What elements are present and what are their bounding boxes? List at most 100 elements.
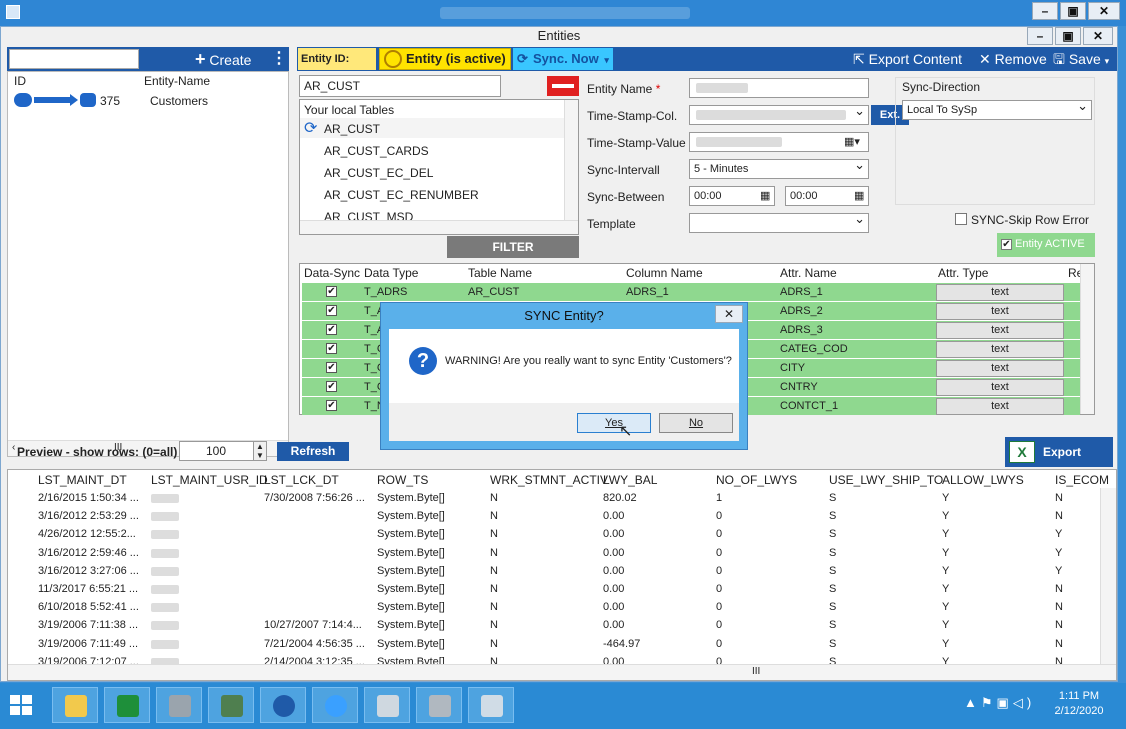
inner-restore-button[interactable]: ▣ xyxy=(1055,27,1081,45)
attr-type-cell[interactable]: text xyxy=(936,379,1064,396)
system-tray[interactable]: ▲⚑▣◁) xyxy=(964,695,1035,711)
app-taskbar-button-2[interactable] xyxy=(468,687,514,723)
data-sync-checkbox[interactable]: ✔ xyxy=(326,343,337,354)
table-row[interactable]: 6/10/2018 5:52:41 ... System.Byte[] N 0.00 0… xyxy=(8,599,1100,617)
start-button[interactable] xyxy=(6,691,38,721)
sync-between-from-input[interactable]: 00:00 ▦ xyxy=(689,186,775,206)
table-row[interactable]: 3/19/2006 7:11:49 ... 7/21/2004 4:56:35 .… xyxy=(8,636,1100,654)
scroll-thumb[interactable]: III xyxy=(752,666,760,677)
data-sync-checkbox[interactable]: ✔ xyxy=(326,381,337,392)
flag-icon[interactable]: ⚑ xyxy=(981,695,997,710)
network-status-icon[interactable]: ▣ xyxy=(997,695,1013,710)
table-row[interactable]: 11/3/2017 6:55:21 ... System.Byte[] N 0.00 0… xyxy=(8,581,1100,599)
data-sync-checkbox[interactable]: ✔ xyxy=(326,362,337,373)
data-sync-checkbox[interactable]: ✔ xyxy=(326,305,337,316)
preview-vertical-scrollbar[interactable] xyxy=(1100,488,1116,664)
skip-row-error-checkbox[interactable] xyxy=(955,213,967,225)
tools-taskbar-button[interactable] xyxy=(156,687,202,723)
table-name-input[interactable]: AR_CUST xyxy=(299,75,501,97)
file-explorer-taskbar-button[interactable] xyxy=(52,687,98,723)
table-cell: System.Byte[] xyxy=(377,564,445,577)
volume-icon[interactable]: ◁) xyxy=(1013,695,1035,710)
data-sync-checkbox[interactable]: ✔ xyxy=(326,286,337,297)
attr-type-cell[interactable]: text xyxy=(936,322,1064,339)
sync-interval-select[interactable]: 5 - Minutes xyxy=(689,157,869,179)
entity-list: ID Entity-Name 375 Customers ‹ III › xyxy=(7,71,289,457)
table-cell: 0.00 xyxy=(603,601,625,614)
dialog-close-button[interactable]: ✕ xyxy=(715,305,743,323)
attr-name-cell: CITY xyxy=(780,362,806,374)
table-row[interactable]: 4/26/2012 12:55:2... System.Byte[] N 0.00 0 S… xyxy=(8,526,1100,544)
taskbar-clock[interactable]: 1:11 PM 2/12/2020 xyxy=(1044,689,1114,719)
more-vertical-icon[interactable]: ⋮ xyxy=(271,49,287,69)
table-item[interactable]: AR_CUST_EC_DEL xyxy=(324,166,433,180)
table-row[interactable]: 3/16/2012 2:53:29 ... System.Byte[] N 0.00 0… xyxy=(8,508,1100,526)
table-cell: Y xyxy=(942,637,950,650)
export-excel-button[interactable]: X Export Excel xyxy=(1005,437,1113,489)
no-button[interactable]: No xyxy=(659,413,733,433)
store-taskbar-button[interactable] xyxy=(104,687,150,723)
export-content-button[interactable]: ⇱ Export Content xyxy=(853,48,962,70)
chevron-up-icon[interactable]: ▲ xyxy=(964,695,981,710)
table-cell: N xyxy=(1055,492,1063,504)
table-row[interactable]: 3/16/2012 3:27:06 ... System.Byte[] N 0.00 0… xyxy=(8,563,1100,581)
preview-horizontal-scrollbar[interactable]: III xyxy=(8,664,1116,680)
calendar-icon[interactable]: ▦▾ xyxy=(844,135,860,148)
filter-button[interactable]: FILTER xyxy=(447,236,579,258)
app-taskbar-button[interactable] xyxy=(416,687,462,723)
tables-horizontal-scrollbar[interactable] xyxy=(300,220,578,234)
restore-button[interactable]: ▣ xyxy=(1060,2,1086,20)
minimize-button[interactable]: – xyxy=(1032,2,1058,20)
refresh-button[interactable]: Refresh xyxy=(277,442,349,461)
entity-active-toggle[interactable]: Entity (is active) xyxy=(379,48,511,70)
entity-active-box[interactable]: ✔ Entity ACTIVE xyxy=(997,233,1095,257)
list-item-selected[interactable]: ⟳ AR_CUST xyxy=(300,118,564,138)
save-button[interactable]: 🖫 Save ▾ xyxy=(1053,48,1109,70)
table-row[interactable]: 3/16/2012 2:59:46 ... System.Byte[] N 0.00 0… xyxy=(8,545,1100,563)
table-item[interactable]: AR_CUST_MSD xyxy=(324,210,413,220)
table-item[interactable]: AR_CUST_EC_RENUMBER xyxy=(324,188,479,202)
data-sync-checkbox[interactable]: ✔ xyxy=(326,324,337,335)
yes-button[interactable]: Yes xyxy=(577,413,651,433)
sync-direction-select[interactable]: Local To SySp xyxy=(902,98,1092,120)
time-picker-icon[interactable]: ▦ xyxy=(854,189,864,202)
data-sync-checkbox[interactable]: ✔ xyxy=(326,400,337,411)
template-select[interactable] xyxy=(689,211,869,233)
sync-between-to-input[interactable]: 00:00 ▦ xyxy=(785,186,869,206)
server-manager-taskbar-button[interactable] xyxy=(364,687,410,723)
table-cell: 0 xyxy=(716,528,723,541)
attr-type-cell[interactable]: text xyxy=(936,360,1064,377)
list-item[interactable]: 375 Customers xyxy=(14,90,284,110)
inner-minimize-button[interactable]: – xyxy=(1027,27,1053,45)
network-taskbar-button[interactable] xyxy=(208,687,254,723)
inner-close-button[interactable]: ✕ xyxy=(1083,27,1113,45)
remove-table-button[interactable] xyxy=(547,76,579,96)
table-row[interactable]: ✔ T_ADRS AR_CUST ADRS_1 ADRS_1 text xyxy=(302,282,1080,301)
table-row[interactable]: 3/19/2006 7:11:38 ... 10/27/2007 7:14:4..… xyxy=(8,617,1100,635)
entity-name-input[interactable] xyxy=(689,78,869,98)
internet-explorer-taskbar-button[interactable] xyxy=(312,687,358,723)
attr-type-cell[interactable]: text xyxy=(936,398,1064,415)
attr-type-cell[interactable]: text xyxy=(936,284,1064,301)
time-picker-icon[interactable]: ▦ xyxy=(760,189,770,202)
remove-button[interactable]: ✕ Remove xyxy=(979,48,1047,70)
create-button[interactable]: + Create xyxy=(195,49,265,69)
local-tables-list[interactable]: Your local Tables ⟳ AR_CUST AR_CUST_CARD… xyxy=(299,99,579,235)
entity-active-checkbox[interactable]: ✔ xyxy=(1001,239,1012,250)
attr-type-cell[interactable]: text xyxy=(936,303,1064,320)
timestamp-col-select[interactable] xyxy=(689,103,869,125)
close-button[interactable]: ✕ xyxy=(1088,2,1120,20)
grid-vertical-scrollbar[interactable] xyxy=(1080,264,1094,414)
sync-app-taskbar-button[interactable] xyxy=(260,687,306,723)
entity-search-input[interactable] xyxy=(9,49,139,69)
tables-vertical-scrollbar[interactable] xyxy=(564,100,578,220)
rows-stepper[interactable]: ▲ ▼ xyxy=(253,441,267,461)
preview-rows-input[interactable]: 100 xyxy=(179,441,255,461)
entity-id-label: Entity ID: xyxy=(301,53,350,65)
sync-now-button[interactable]: ⟳ Sync. Now ▾ xyxy=(513,48,613,70)
attr-type-cell[interactable]: text xyxy=(936,341,1064,358)
table-row[interactable]: 2/16/2015 1:50:34 ... 7/30/2008 7:56:26 .… xyxy=(8,490,1100,508)
table-item[interactable]: AR_CUST_CARDS xyxy=(324,144,429,158)
table-cell: 0 xyxy=(716,546,723,559)
timestamp-value-input[interactable]: ▦▾ xyxy=(689,132,869,152)
